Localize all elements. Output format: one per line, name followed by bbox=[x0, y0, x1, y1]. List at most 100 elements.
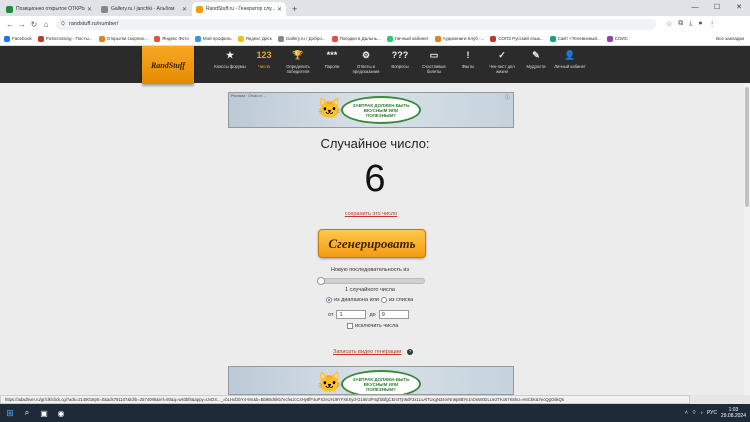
slider-knob[interactable] bbox=[317, 277, 325, 285]
taskbar: ⊞ ⌕ ▣ ◉ bbox=[0, 404, 750, 422]
close-tab-icon[interactable]: ✕ bbox=[87, 6, 92, 13]
bookmark-label: Поездки в Дальнь... bbox=[339, 36, 381, 41]
forum-icon: ★ bbox=[225, 50, 235, 60]
nav-label: Чек-лист дел жизни bbox=[489, 64, 515, 74]
check-icon: ✓ bbox=[498, 50, 506, 60]
exclude-numbers-option: исключить числа bbox=[347, 323, 398, 329]
bookmark-icon bbox=[386, 35, 393, 42]
save-number-link[interactable]: сохранить это число bbox=[0, 211, 742, 217]
bookmark-icon bbox=[154, 35, 161, 42]
chevron-up-icon[interactable]: ˄ bbox=[685, 410, 688, 416]
site-logo[interactable]: RandStuff bbox=[142, 46, 194, 84]
language-indicator[interactable]: РУС bbox=[707, 410, 717, 416]
bookmark-item[interactable]: Gallery.ru / Добро... bbox=[277, 35, 326, 42]
trophy-icon: 🏆 bbox=[292, 50, 304, 60]
nav-item-checklist[interactable]: ✓ Чек-лист дел жизни bbox=[485, 50, 519, 74]
sequence-label: Новую последовательность из bbox=[331, 267, 409, 273]
star-icon[interactable]: ☆ bbox=[666, 20, 672, 28]
exclude-label: исключить числа bbox=[355, 323, 399, 329]
nav-item-numbers[interactable]: 123 Числа bbox=[247, 50, 281, 74]
bookmark-icon bbox=[549, 35, 556, 42]
nav-item-facts[interactable]: ! Факты bbox=[451, 50, 485, 74]
help-icon[interactable]: ? bbox=[407, 349, 413, 355]
user-icon: 👤 bbox=[564, 50, 576, 60]
nav-item-passwords[interactable]: *** Пароли bbox=[315, 50, 349, 74]
count-slider[interactable] bbox=[317, 277, 425, 285]
maximize-icon[interactable]: ☐ bbox=[706, 0, 728, 14]
bookmark-item[interactable]: Яндекс Диск bbox=[237, 35, 272, 42]
generate-button[interactable]: Сгенерировать bbox=[318, 229, 426, 258]
nav-item-wisdom[interactable]: ✎ Мудрости bbox=[519, 50, 553, 74]
close-window-icon[interactable]: ✕ bbox=[728, 0, 750, 14]
bookmark-item[interactable]: СОИС bbox=[606, 35, 628, 42]
ad-banner-top[interactable]: Реклама · Отказ от ... 🐱 ЗАВТРАК ДОЛЖЕН … bbox=[228, 92, 514, 128]
nav-item-winner[interactable]: 🏆 Определить победителя bbox=[281, 50, 315, 74]
ticket-icon: ▭ bbox=[429, 50, 439, 60]
bookmark-item[interactable]: Яндекс Фото bbox=[154, 35, 189, 42]
bookmark-icon bbox=[98, 35, 105, 42]
network-icon[interactable]: ⌔ bbox=[692, 410, 697, 416]
browser-tab-3[interactable]: RandStuff.ru - Генератор слу... ✕ bbox=[192, 2, 286, 16]
minimize-icon[interactable]: — bbox=[684, 0, 706, 14]
new-tab-button[interactable]: + bbox=[287, 2, 302, 16]
menu-icon[interactable]: ⋮ bbox=[709, 20, 716, 28]
site-info-icon[interactable]: ⛭ bbox=[61, 21, 65, 27]
record-video-link[interactable]: Записать видео генерации bbox=[333, 349, 401, 355]
nav-label: Числа bbox=[258, 64, 270, 69]
site-nav: ★ Классы форумы 123 Числа 🏆 Определить побе… bbox=[213, 50, 587, 74]
profile-avatar[interactable]: ● bbox=[698, 20, 702, 28]
status-url: https://adadriver.ru/gr/clk/click.cgi?ad… bbox=[0, 395, 690, 404]
exclude-checkbox[interactable] bbox=[347, 323, 353, 329]
all-bookmarks-button[interactable]: Все закладки bbox=[716, 36, 744, 41]
browser-tab-1[interactable]: Позиционно открытое ОТКРЫТИ ✕ bbox=[2, 2, 96, 16]
bookmark-item[interactable]: Личный кабинет bbox=[386, 35, 429, 42]
tab-title: RandStuff.ru - Генератор слу... bbox=[206, 6, 275, 12]
bookmark-label: СОИС bbox=[614, 36, 628, 41]
browser-tab-2[interactable]: Gallery.ru / janchki - Альбом ✕ bbox=[97, 2, 191, 16]
random-number-result: 6 bbox=[364, 158, 386, 200]
chrome-icon[interactable]: ◉ bbox=[54, 406, 68, 420]
range-from-label: от bbox=[328, 311, 334, 318]
page-scrollbar[interactable] bbox=[744, 83, 750, 395]
count-label: 1 случайного числа bbox=[345, 287, 395, 293]
radio-range[interactable] bbox=[326, 297, 332, 303]
ad-banner-bottom[interactable]: 🐱 ЗАВТРАК ДОЛЖЕН БЫТЬ ВКУСНЫМ ИЛИ ПОЛЕЗН… bbox=[228, 366, 514, 395]
bookmark-item[interactable]: Facebook bbox=[4, 35, 32, 42]
nav-item-tickets[interactable]: ▭ Счастливые билеты bbox=[417, 50, 451, 74]
search-icon[interactable]: ⌕ bbox=[20, 406, 34, 420]
bookmark-item[interactable]: СОПЗ Русский язык... bbox=[490, 35, 544, 42]
fact-icon: ! bbox=[466, 50, 470, 60]
home-icon[interactable]: ⌂ bbox=[40, 20, 52, 29]
range-to-input[interactable]: 9 bbox=[378, 310, 409, 319]
reload-icon[interactable]: ↻ bbox=[28, 20, 40, 29]
password-icon: *** bbox=[326, 50, 338, 60]
volume-icon[interactable]: ♪ bbox=[700, 410, 703, 416]
bookmark-item[interactable]: Поездки в Дальнь... bbox=[331, 35, 381, 42]
nav-item-account[interactable]: 👤 Личный кабинет bbox=[553, 50, 587, 74]
range-from-input[interactable]: 1 bbox=[336, 310, 367, 319]
nav-item-questions[interactable]: ??? Вопросы bbox=[383, 50, 417, 74]
bookmark-item[interactable]: Открытки скорпио... bbox=[98, 35, 148, 42]
info-icon[interactable]: ⓘ bbox=[505, 94, 510, 101]
range-to-label: до bbox=[369, 311, 376, 318]
bookmark-item[interactable]: Мой профиль bbox=[194, 35, 232, 42]
forward-icon[interactable]: → bbox=[16, 20, 28, 29]
bookmark-item[interactable]: Аудиокниги Клуб -... bbox=[434, 35, 484, 42]
extensions-icon[interactable]: ⧉ bbox=[678, 20, 683, 28]
bookmark-item[interactable]: Postcrossing - Посты... bbox=[37, 35, 93, 42]
nav-label: Личный кабинет bbox=[554, 64, 586, 69]
back-icon[interactable]: ← bbox=[4, 20, 16, 29]
clock[interactable]: 1:03 29.08.2024 bbox=[721, 407, 746, 419]
folder-icon[interactable]: ▣ bbox=[37, 406, 51, 420]
nav-item-forum[interactable]: ★ Классы форумы bbox=[213, 50, 247, 74]
url-field[interactable]: ⛭ randstuff.ru/number/ bbox=[56, 18, 656, 30]
nav-item-answers[interactable]: ⚙ Ответы и предсказания bbox=[349, 50, 383, 74]
nav-label: Ответы и предсказания bbox=[352, 64, 380, 74]
tab-strip: Позиционно открытое ОТКРЫТИ ✕ Gallery.ru… bbox=[0, 0, 750, 16]
windows-start-icon[interactable]: ⊞ bbox=[3, 406, 17, 420]
radio-list[interactable] bbox=[380, 297, 387, 303]
close-tab-icon[interactable]: ✕ bbox=[277, 6, 282, 13]
bookmark-item[interactable]: Сайт «Телевизный... bbox=[549, 35, 601, 42]
close-tab-icon[interactable]: ✕ bbox=[182, 6, 187, 13]
download-icon[interactable]: ⤓ bbox=[689, 20, 692, 28]
